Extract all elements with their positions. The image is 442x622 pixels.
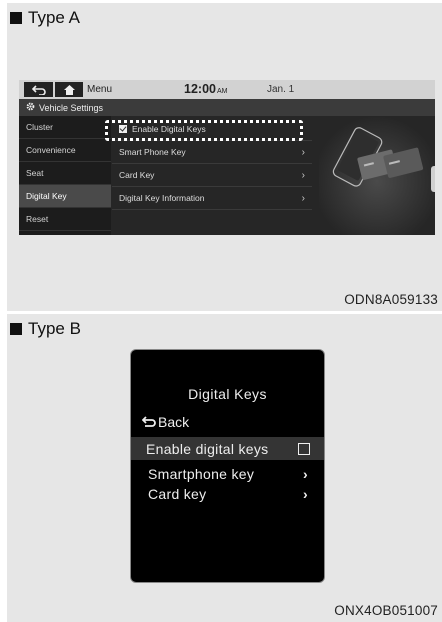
type-b-heading-text: Type B (28, 319, 81, 338)
back-label: Back (158, 414, 190, 430)
chevron-right-icon: › (303, 466, 308, 482)
gear-icon (26, 102, 35, 114)
chevron-right-icon: › (303, 486, 308, 502)
chevron-right-icon: › (301, 192, 305, 204)
square-bullet-icon (10, 12, 22, 24)
card-key-row[interactable]: Card Key › (112, 164, 312, 187)
card-key-label: Card Key (119, 170, 155, 180)
top-bar: Menu 12:00AM Jan. 1 (19, 80, 435, 99)
smartphone-key-row[interactable]: Smartphone key › (131, 464, 324, 484)
date: Jan. 1 (267, 84, 295, 95)
clock: 12:00AM (184, 82, 227, 96)
type-a-heading: Type A (10, 8, 80, 28)
card-key-row[interactable]: Card key › (131, 484, 324, 504)
settings-title: Vehicle Settings (39, 102, 104, 113)
digital-key-illustration (319, 116, 435, 235)
sidebar-item-convenience[interactable]: Convenience (19, 139, 111, 162)
smart-phone-key-row[interactable]: Smart Phone Key › (112, 141, 312, 164)
type-a-heading-text: Type A (28, 8, 80, 27)
phone-and-card-icon (319, 116, 435, 235)
clock-time: 12:00 (184, 82, 216, 96)
type-b-heading: Type B (10, 319, 81, 339)
sidebar-item-reset[interactable]: Reset (19, 208, 111, 231)
sidebar-item-seat[interactable]: Seat (19, 162, 111, 185)
chevron-right-icon: › (301, 169, 305, 181)
digital-key-information-row[interactable]: Digital Key Information › (112, 187, 312, 210)
chevron-right-icon: › (301, 146, 305, 158)
back-arrow-icon (141, 414, 156, 430)
back-button[interactable] (24, 82, 53, 97)
head-unit-screen: Menu 12:00AM Jan. 1 Vehicle Settings Clu… (19, 80, 435, 235)
settings-title-bar: Vehicle Settings (19, 99, 435, 116)
smartphone-key-label: Smartphone key (148, 466, 255, 482)
side-handle[interactable] (431, 166, 435, 192)
clock-ampm: AM (216, 88, 228, 95)
card-key-label: Card key (148, 486, 207, 502)
image-code-a: ODN8A059133 (344, 292, 438, 307)
back-button[interactable]: Back (141, 414, 190, 430)
enable-digital-keys-row[interactable]: Enable digital keys (131, 437, 324, 460)
sidebar-item-cluster[interactable]: Cluster (19, 116, 111, 139)
image-code-b: ONX4OB051007 (334, 603, 438, 618)
type-a-panel: Type A Menu 12:00AM Jan. 1 Vehicle Setti… (7, 3, 442, 311)
type-b-panel: Type B Digital Keys Back Enable digital … (7, 314, 442, 622)
highlight-frame (105, 120, 303, 141)
home-icon (63, 84, 75, 95)
menu-button[interactable]: Menu (87, 82, 125, 97)
cluster-display: Digital Keys Back Enable digital keys Sm… (130, 349, 325, 583)
smart-phone-key-label: Smart Phone Key (119, 147, 186, 157)
digital-keys-title: Digital Keys (188, 386, 267, 402)
settings-sidebar: Cluster Convenience Seat Digital Key Res… (19, 116, 111, 235)
digital-key-information-label: Digital Key Information (119, 193, 205, 203)
sidebar-item-digital-key[interactable]: Digital Key (19, 185, 111, 208)
home-button[interactable] (55, 82, 83, 97)
back-arrow-icon (31, 84, 46, 95)
checkbox-unchecked-icon[interactable] (298, 442, 310, 455)
enable-digital-keys-label: Enable digital keys (146, 440, 269, 457)
square-bullet-icon (10, 323, 22, 335)
